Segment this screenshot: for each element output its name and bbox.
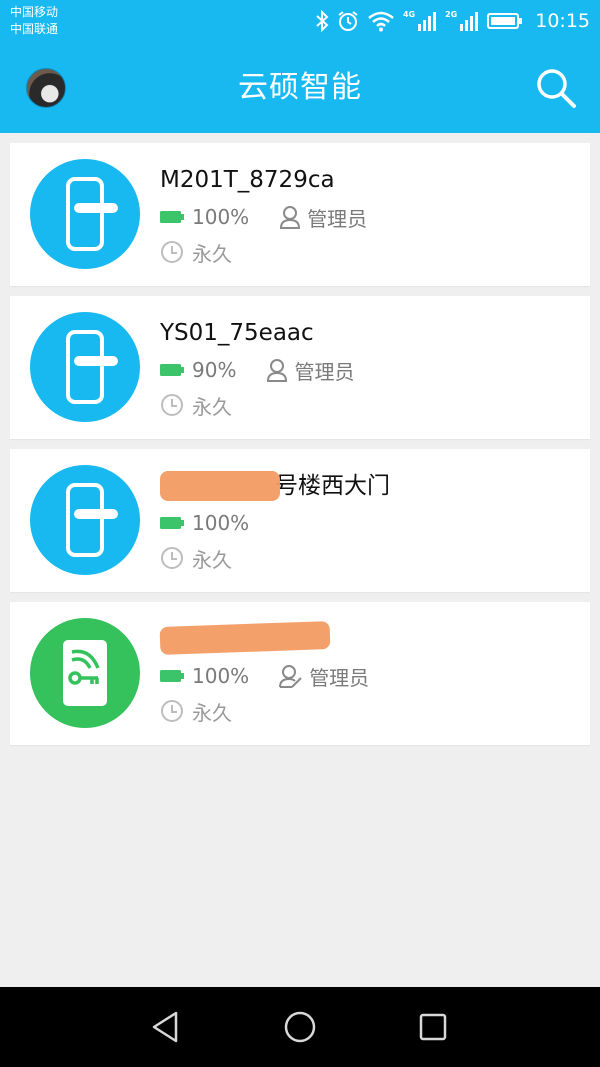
lock-card[interactable]: YS01_75eaac 90% 管理员 永久: [10, 296, 590, 439]
battery-level-icon: [160, 670, 184, 682]
signal-icon: [418, 12, 437, 31]
carrier-2: 中国联通: [10, 22, 59, 36]
lock-meta: 100% 管理员: [160, 662, 369, 690]
status-time: 10:15: [535, 10, 590, 32]
lock-card[interactable]: 号楼西大门 100% 永久: [10, 449, 590, 592]
validity-label: 永久: [192, 394, 232, 419]
lock-card[interactable]: 100% 管理员 永久: [10, 602, 590, 745]
status-bar: 中国移动 中国联通 4G 2G 10:15: [0, 0, 600, 44]
clock-icon: [161, 394, 183, 416]
lock-meta: 100% 管理员: [160, 203, 367, 231]
person-icon: [280, 206, 301, 229]
validity-row: 永久: [160, 238, 232, 266]
network-type-1: 4G: [402, 9, 416, 19]
redaction-mark: [159, 621, 331, 655]
lock-name: YS01_75eaac: [160, 320, 314, 346]
role: 管理员: [279, 203, 367, 232]
status-icons: 4G 2G 10:15: [315, 8, 590, 34]
role: 管理员: [279, 662, 369, 691]
battery-icon: [487, 13, 523, 29]
lock-card[interactable]: M201T_8729ca 100% 管理员 永久: [10, 143, 590, 286]
battery-percent: 100%: [192, 664, 250, 688]
door-lock-icon: [30, 159, 140, 269]
validity-row: 永久: [160, 544, 232, 572]
clock-icon: [161, 547, 183, 569]
carrier-1: 中国移动: [10, 5, 59, 19]
recent-square-icon[interactable]: [415, 1009, 451, 1045]
signal-icon: [460, 12, 479, 31]
battery-percent: 90%: [192, 358, 237, 382]
clock-icon: [161, 241, 183, 263]
home-circle-icon[interactable]: [282, 1009, 318, 1045]
validity-label: 永久: [192, 700, 232, 725]
person-icon: [267, 359, 288, 382]
role-label: 管理员: [307, 206, 368, 231]
battery-percent: 100%: [192, 511, 250, 535]
carrier-labels: 中国移动 中国联通: [10, 4, 58, 38]
app-bar: 云硕智能: [0, 44, 600, 133]
lock-list: M201T_8729ca 100% 管理员 永久 YS01_75eaac 90%…: [10, 143, 590, 755]
app-title: 云硕智能: [238, 70, 362, 105]
door-lock-icon: [30, 465, 140, 575]
search-icon[interactable]: [534, 66, 578, 110]
validity-row: 永久: [160, 697, 232, 725]
battery-level-icon: [160, 517, 184, 529]
door-lock-icon: [30, 312, 140, 422]
person-edit-icon: [279, 665, 302, 688]
battery-level-icon: [160, 364, 184, 376]
network-type-2: 2G: [445, 9, 458, 19]
lock-name: M201T_8729ca: [160, 167, 335, 193]
back-triangle-icon[interactable]: [148, 1009, 184, 1045]
alarm-icon: [338, 11, 358, 31]
battery-percent: 100%: [192, 205, 250, 229]
lock-meta: 100%: [160, 509, 249, 537]
validity-label: 永久: [192, 547, 232, 572]
battery-level-icon: [160, 211, 184, 223]
role-label: 管理员: [294, 359, 355, 384]
key-card-icon: [30, 618, 140, 728]
validity-row: 永久: [160, 391, 232, 419]
clock-icon: [161, 700, 183, 722]
validity-label: 永久: [192, 241, 232, 266]
redaction-mark: [160, 471, 280, 501]
wifi-icon: [368, 11, 394, 32]
bluetooth-icon: [316, 10, 329, 32]
lock-name: 号楼西大门: [275, 473, 390, 499]
system-nav-bar: [0, 987, 600, 1067]
role: 管理员: [266, 356, 354, 385]
lock-meta: 90% 管理员: [160, 356, 354, 384]
role-label: 管理员: [309, 665, 370, 690]
